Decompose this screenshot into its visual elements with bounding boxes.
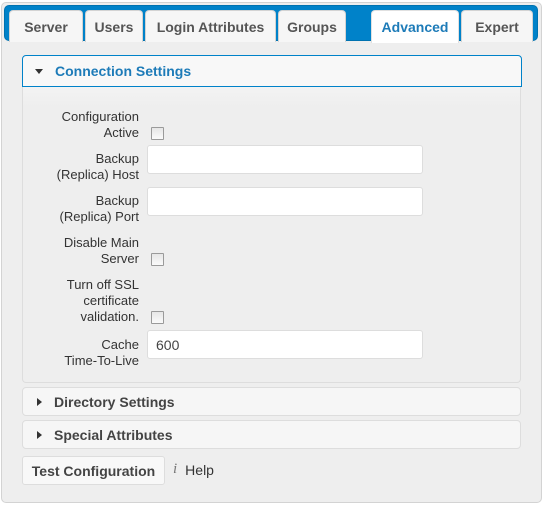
turn-off-ssl-checkbox[interactable] — [151, 311, 164, 324]
tab-advanced[interactable]: Advanced — [371, 10, 459, 43]
directory-settings-title: Directory Settings — [54, 393, 175, 410]
disable-main-server-checkbox[interactable] — [151, 253, 164, 266]
caret-right-icon — [37, 430, 42, 439]
tab-groups[interactable]: Groups — [278, 10, 346, 42]
tab-login-attributes[interactable]: Login Attributes — [145, 10, 276, 42]
tab-expert[interactable]: Expert — [461, 10, 533, 42]
caret-down-icon — [35, 68, 43, 74]
backup-port-label: Backup (Replica) Port — [59, 193, 139, 224]
directory-settings-header[interactable]: Directory Settings — [23, 388, 520, 415]
connection-settings-body: Configuration Active Backup (Replica) Ho… — [22, 87, 521, 383]
turn-off-ssl-label: Turn off SSL certificate validation. — [66, 277, 139, 324]
backup-host-label: Backup (Replica) Host — [56, 151, 139, 182]
help-link[interactable]: i Help — [173, 461, 214, 478]
directory-settings-section[interactable]: Directory Settings — [22, 387, 521, 416]
backup-host-input[interactable] — [147, 145, 423, 174]
special-attributes-title: Special Attributes — [54, 426, 173, 443]
cache-ttl-label: Cache Time-To-Live — [64, 337, 139, 368]
configuration-active-checkbox[interactable] — [151, 127, 164, 140]
disable-main-server-label: Disable Main Server — [63, 235, 139, 266]
caret-right-icon — [37, 397, 42, 406]
tab-users[interactable]: Users — [85, 10, 143, 42]
help-label: Help — [185, 461, 214, 478]
special-attributes-header[interactable]: Special Attributes — [23, 421, 520, 448]
configuration-active-label: Configuration Active — [61, 109, 139, 140]
test-configuration-button[interactable]: Test Configuration — [22, 456, 165, 485]
connection-settings-title: Connection Settings — [55, 63, 192, 79]
info-icon: i — [173, 461, 178, 477]
connection-settings-header[interactable]: Connection Settings — [22, 55, 522, 87]
special-attributes-section[interactable]: Special Attributes — [22, 420, 521, 449]
tab-server[interactable]: Server — [9, 10, 83, 42]
tab-bar: Server Users Login Attributes Groups Adv… — [4, 5, 538, 43]
cache-ttl-input[interactable] — [147, 330, 423, 359]
backup-port-input[interactable] — [147, 187, 423, 216]
